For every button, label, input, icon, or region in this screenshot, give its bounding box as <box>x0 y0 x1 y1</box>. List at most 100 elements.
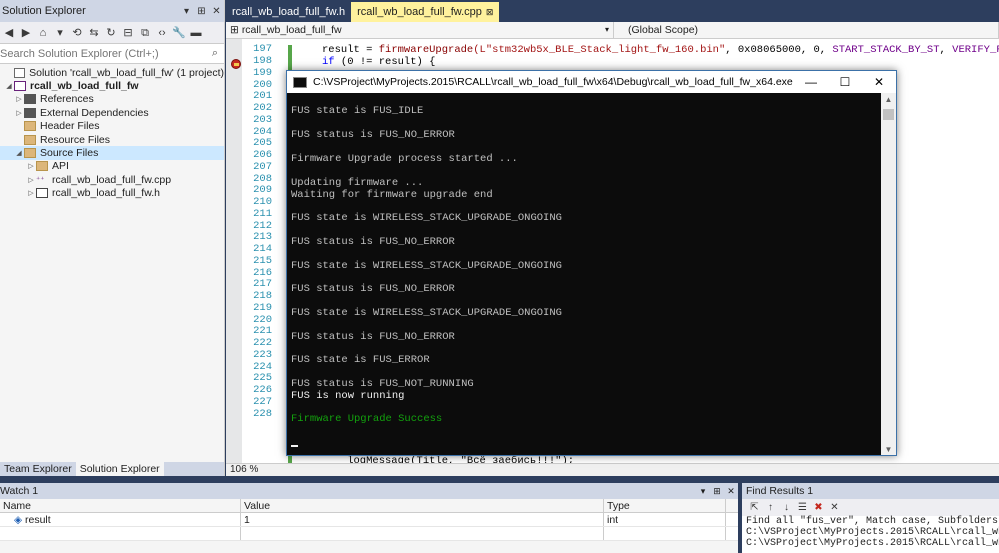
history-icon[interactable]: ⟲ <box>70 26 84 40</box>
variable-icon: ◈ <box>14 514 23 526</box>
forward-icon[interactable]: ▶ <box>19 26 33 40</box>
solution-explorer-toolbar: ◀ ▶ ⌂ ▾ ⟲ ⇆ ↻ ⊟ ⧉ ‹› 🔧 ▬ <box>0 22 224 44</box>
header-file-icon <box>36 188 48 199</box>
code-line-197[interactable]: result = firmwareUpgrade(L"stm32wb5x_BLE… <box>322 44 999 56</box>
find-result-line[interactable]: C:\VSProject\MyProjects.2015\RCALL\rcall… <box>746 527 999 538</box>
close-icon[interactable]: ✕ <box>209 6 224 17</box>
expander-icon[interactable]: ◢ <box>4 82 14 90</box>
tree-item[interactable]: Resource Files <box>0 133 224 146</box>
console-line: FUS status is FUS_NO_ERROR <box>291 331 455 343</box>
watch-row[interactable]: ◈ result 1 int <box>0 513 738 527</box>
close-icon[interactable]: ✕ <box>724 486 738 497</box>
console-titlebar[interactable]: C:\VSProject\MyProjects.2015\RCALL\rcall… <box>287 71 896 93</box>
find-result-line[interactable]: Find all "fus_ver", Match case, Subfolde… <box>746 516 999 527</box>
tree-item[interactable]: ▷ API <box>0 160 224 173</box>
tab-solution-explorer[interactable]: Solution Explorer <box>75 462 164 476</box>
watch-empty-cell[interactable] <box>0 527 241 540</box>
go-to-location-icon[interactable]: ⇱ <box>748 502 761 513</box>
expander-icon[interactable]: ◢ <box>14 149 24 157</box>
tree-item[interactable]: ▷ References <box>0 93 224 106</box>
code-line-198[interactable]: if (0 != result) { <box>322 56 435 68</box>
refresh-icon[interactable]: ↻ <box>104 26 118 40</box>
show-all-files-icon[interactable]: ⧉ <box>138 26 152 40</box>
tree-item-label: Source Files <box>40 147 99 160</box>
previous-icon[interactable]: ↑ <box>764 502 777 513</box>
search-icon[interactable]: ⌕ <box>206 47 224 60</box>
tree-item[interactable]: ◢ Source Files <box>0 146 224 160</box>
next-icon[interactable]: ↓ <box>780 502 793 513</box>
tree-item-label: Solution 'rcall_wb_load_full_fw' (1 proj… <box>29 66 224 79</box>
tree-item[interactable]: Solution 'rcall_wb_load_full_fw' (1 proj… <box>0 66 224 79</box>
column-header-type[interactable]: Type <box>604 499 726 512</box>
watch-empty-row[interactable] <box>0 527 738 541</box>
pin-icon[interactable]: ⊞ <box>710 486 724 497</box>
window-position-icon[interactable]: ▾ <box>696 486 710 497</box>
home-icon[interactable]: ⌂ <box>36 26 50 40</box>
pin-icon[interactable]: ⊞ <box>194 6 209 17</box>
expander-icon[interactable]: ▷ <box>26 162 36 170</box>
expander-icon[interactable]: ▷ <box>14 109 24 117</box>
expander-icon[interactable]: ▷ <box>26 189 36 197</box>
watch-name-cell[interactable]: ◈ result <box>0 513 241 526</box>
preview-icon[interactable]: ▬ <box>189 26 203 40</box>
scroll-up-icon[interactable]: ▲ <box>881 93 896 107</box>
console-window[interactable]: C:\VSProject\MyProjects.2015\RCALL\rcall… <box>286 70 897 456</box>
folder-icon <box>36 161 48 172</box>
project-dropdown[interactable]: ⊞ rcall_wb_load_full_fw ▾ <box>226 22 614 38</box>
close-button[interactable]: ✕ <box>862 75 896 89</box>
zoom-level[interactable]: 106 % <box>226 463 999 476</box>
code-macro: VERIFY_FW_UP <box>952 44 999 56</box>
project-icon <box>14 81 26 92</box>
expander-icon[interactable]: ▷ <box>14 95 24 103</box>
navigation-bar: ⊞ rcall_wb_load_full_fw ▾ (Global Scope) <box>226 22 999 39</box>
code-keyword: if <box>322 56 335 68</box>
maximize-button[interactable]: ☐ <box>828 75 862 89</box>
watch-value-cell[interactable]: 1 <box>241 513 604 526</box>
back-icon[interactable]: ◀ <box>2 26 16 40</box>
chevron-down-icon: ▾ <box>604 25 609 34</box>
clear-all-icon[interactable]: ✖ <box>812 502 825 513</box>
properties-icon[interactable]: 🔧 <box>172 26 186 40</box>
console-app-icon <box>293 76 307 88</box>
tab-team-explorer[interactable]: Team Explorer <box>0 462 76 476</box>
watch-grid: Name Value Type ◈ result 1 int <box>0 499 738 541</box>
find-results-output[interactable]: Find all "fus_ver", Match case, Subfolde… <box>742 516 999 553</box>
collapse-all-icon[interactable]: ⊟ <box>121 26 135 40</box>
console-output[interactable]: FUS state is FUS_IDLE FUS status is FUS_… <box>287 93 882 455</box>
tree-item[interactable]: Header Files <box>0 120 224 133</box>
dropdown-icon[interactable]: ▾ <box>53 26 67 40</box>
tree-item[interactable]: ▷ rcall_wb_load_full_fw.h <box>0 187 224 200</box>
tree-item-label: Resource Files <box>40 133 111 146</box>
sync-icon[interactable]: ⇆ <box>87 26 101 40</box>
tree-item[interactable]: ▷ External Dependencies <box>0 106 224 119</box>
tree-item-label: rcall_wb_load_full_fw.h <box>52 187 160 200</box>
tree-item[interactable]: ◢ rcall_wb_load_full_fw <box>0 79 224 92</box>
search-input[interactable] <box>0 47 206 60</box>
minimize-button[interactable]: — <box>794 75 828 89</box>
scrollbar-thumb[interactable] <box>883 109 894 120</box>
scope-dropdown[interactable]: (Global Scope) <box>614 22 999 38</box>
find-result-line[interactable]: C:\VSProject\MyProjects.2015\RCALL\rcall… <box>746 538 999 549</box>
view-code-icon[interactable]: ‹› <box>155 26 169 40</box>
line-number: 207 <box>253 160 272 173</box>
clear-filter-icon[interactable]: ☰ <box>796 502 809 513</box>
console-line: FUS state is WIRELESS_STACK_UPGRADE_ONGO… <box>291 212 562 224</box>
column-header-name[interactable]: Name <box>0 499 241 512</box>
tab-cpp-file[interactable]: rcall_wb_load_full_fw.cpp ⊠ <box>351 2 500 22</box>
window-position-icon[interactable]: ▾ <box>179 6 194 17</box>
close-tab-icon[interactable]: ⊠ <box>486 2 494 22</box>
column-header-value[interactable]: Value <box>241 499 604 512</box>
console-line: FUS state is WIRELESS_STACK_UPGRADE_ONGO… <box>291 307 562 319</box>
scroll-down-icon[interactable]: ▼ <box>881 443 896 455</box>
console-scrollbar[interactable]: ▲ ▼ <box>881 93 896 455</box>
line-number: 223 <box>253 348 272 361</box>
line-number: 203 <box>253 113 272 126</box>
tree-item-label: External Dependencies <box>40 106 149 119</box>
stop-find-icon[interactable]: ✕ <box>828 502 841 513</box>
tab-header-file[interactable]: rcall_wb_load_full_fw.h <box>226 2 351 22</box>
breakpoint-margin[interactable] <box>226 39 242 463</box>
expander-icon[interactable]: ▷ <box>26 176 36 184</box>
find-results-titlebar: Find Results 1 <box>742 483 999 499</box>
breakpoint-icon[interactable] <box>231 59 241 69</box>
tree-item[interactable]: ▷ ⁺⁺ rcall_wb_load_full_fw.cpp <box>0 173 224 186</box>
